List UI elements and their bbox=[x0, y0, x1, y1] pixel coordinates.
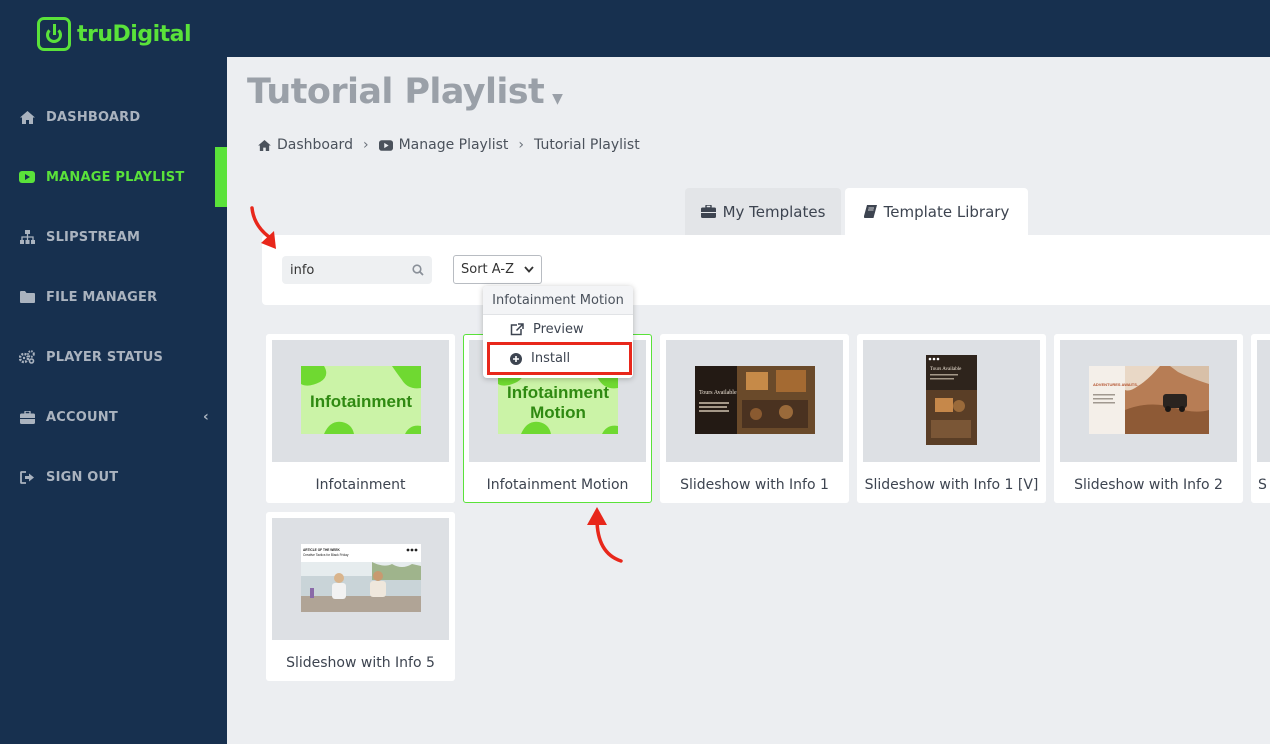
thumb-text: Motion bbox=[530, 403, 586, 422]
sidebar-item-slipstream[interactable]: SLIPSTREAM bbox=[0, 207, 227, 267]
template-card-label: Slideshow with Info 5 bbox=[286, 655, 435, 671]
sidebar-item-label: ACCOUNT bbox=[46, 409, 118, 425]
preview-button[interactable]: Preview bbox=[483, 315, 633, 344]
sidebar-item-label: SIGN OUT bbox=[46, 469, 119, 485]
sidebar-item-label: PLAYER STATUS bbox=[46, 349, 164, 365]
annotation-arrow-search bbox=[250, 206, 276, 249]
breadcrumb-separator: › bbox=[362, 137, 369, 153]
template-card-infotainment[interactable]: Infotainment Infotainment bbox=[266, 334, 455, 503]
chevron-down-icon bbox=[524, 266, 534, 273]
chevron-left-icon: ‹ bbox=[203, 409, 209, 425]
breadcrumb-label: Dashboard bbox=[277, 137, 353, 153]
tab-template-library[interactable]: Template Library bbox=[845, 188, 1028, 235]
page-title[interactable]: Tutorial Playlist ▼ bbox=[247, 72, 563, 112]
sidebar-item-account[interactable]: ACCOUNT ‹ bbox=[0, 387, 227, 447]
thumb-text: Creative Tactics for Black Friday bbox=[303, 553, 349, 557]
template-thumbnail: ARTICLE OF THE WEEK Creative Tactics for… bbox=[272, 518, 449, 640]
sidebar-item-sign-out[interactable]: SIGN OUT bbox=[0, 447, 227, 507]
breadcrumb-label: Manage Playlist bbox=[398, 137, 509, 153]
template-card-slideshow-info-5[interactable]: ARTICLE OF THE WEEK Creative Tactics for… bbox=[266, 512, 455, 681]
main-content: Tutorial Playlist ▼ Dashboard › Manage P… bbox=[227, 57, 1270, 744]
template-card-label: Slideshow with Info 1 [V] bbox=[864, 477, 1039, 493]
breadcrumb-separator: › bbox=[518, 137, 525, 153]
briefcase-icon bbox=[19, 410, 35, 424]
tab-label: Template Library bbox=[883, 202, 1010, 221]
sidebar-item-label: FILE MANAGER bbox=[46, 289, 158, 305]
sidebar-item-label: MANAGE PLAYLIST bbox=[46, 169, 185, 185]
install-button[interactable]: Install bbox=[487, 342, 632, 375]
sidebar: DASHBOARD MANAGE PLAYLIST SLIPSTREAM FIL… bbox=[0, 57, 227, 744]
sort-select[interactable]: Sort A-Z bbox=[453, 255, 542, 284]
preview-label: Preview bbox=[533, 322, 584, 337]
logo-text: truDigital bbox=[77, 21, 192, 47]
sort-select-value: Sort A-Z bbox=[461, 262, 514, 277]
template-action-popover: Infotainment Motion Preview Install bbox=[483, 286, 633, 378]
gears-icon bbox=[19, 350, 35, 364]
tab-label: My Templates bbox=[722, 202, 826, 221]
search-icon bbox=[412, 264, 424, 276]
template-card-label: S bbox=[1258, 477, 1267, 493]
template-card-slideshow-info-1[interactable]: Tours Available Slideshow with Info 1 bbox=[660, 334, 849, 503]
plus-circle-icon bbox=[510, 352, 522, 365]
template-card-label: Slideshow with Info 2 bbox=[1074, 477, 1223, 493]
thumb-text: Infotainment bbox=[507, 383, 609, 402]
breadcrumb-dashboard[interactable]: Dashboard bbox=[258, 137, 353, 153]
book-icon bbox=[863, 205, 877, 218]
sidebar-item-label: DASHBOARD bbox=[46, 109, 141, 125]
power-icon bbox=[37, 17, 71, 51]
sidebar-item-manage-playlist[interactable]: MANAGE PLAYLIST bbox=[0, 147, 227, 207]
breadcrumb-manage-playlist[interactable]: Manage Playlist bbox=[378, 137, 509, 153]
sign-out-icon bbox=[19, 470, 35, 484]
play-icon bbox=[378, 139, 393, 151]
thumb-text: Tours Available bbox=[699, 390, 737, 396]
play-icon bbox=[19, 170, 35, 184]
breadcrumb-label: Tutorial Playlist bbox=[534, 137, 640, 153]
home-icon bbox=[19, 110, 35, 124]
filter-panel: info Sort A-Z bbox=[262, 235, 1270, 305]
template-card-label: Slideshow with Info 1 bbox=[680, 477, 829, 493]
top-bar: truDigital bbox=[0, 0, 1270, 57]
template-card-partial[interactable]: S bbox=[1251, 334, 1270, 503]
install-label: Install bbox=[531, 351, 571, 366]
sidebar-item-dashboard[interactable]: DASHBOARD bbox=[0, 87, 227, 147]
external-link-icon bbox=[510, 323, 524, 336]
thumb-text: ADVENTURES AWAITS. bbox=[1093, 382, 1138, 387]
template-thumbnail: Tours Available bbox=[666, 340, 843, 462]
sidebar-item-label: SLIPSTREAM bbox=[46, 229, 141, 245]
search-input-value: info bbox=[290, 262, 315, 278]
breadcrumb: Dashboard › Manage Playlist › Tutorial P… bbox=[258, 137, 640, 153]
template-card-label: Infotainment Motion bbox=[486, 477, 629, 493]
briefcase-icon bbox=[700, 205, 716, 218]
folder-icon bbox=[19, 290, 35, 304]
annotation-arrow-card bbox=[587, 507, 623, 563]
template-card-slideshow-info-2[interactable]: ADVENTURES AWAITS. Slideshow with Info 2 bbox=[1054, 334, 1243, 503]
thumb-text: ARTICLE OF THE WEEK bbox=[303, 548, 341, 552]
home-icon bbox=[258, 139, 271, 151]
caret-down-icon: ▼ bbox=[552, 91, 563, 107]
sidebar-item-player-status[interactable]: PLAYER STATUS bbox=[0, 327, 227, 387]
breadcrumb-tutorial-playlist: Tutorial Playlist bbox=[534, 137, 640, 153]
thumb-text: Infotainment bbox=[310, 392, 412, 411]
sidebar-item-file-manager[interactable]: FILE MANAGER bbox=[0, 267, 227, 327]
search-input[interactable]: info bbox=[282, 256, 432, 284]
tab-my-templates[interactable]: My Templates bbox=[685, 188, 841, 235]
template-thumbnail: ADVENTURES AWAITS. bbox=[1060, 340, 1237, 462]
sitemap-icon bbox=[19, 230, 35, 244]
template-card-slideshow-info-1-v[interactable]: Tours Available Slideshow with Info 1 [V… bbox=[857, 334, 1046, 503]
thumb-text: Tours Available bbox=[930, 367, 962, 372]
template-thumbnail bbox=[1257, 340, 1270, 462]
template-thumbnail: Tours Available bbox=[863, 340, 1040, 462]
popover-title: Infotainment Motion bbox=[483, 286, 633, 315]
trudigital-logo[interactable]: truDigital bbox=[37, 17, 192, 51]
template-thumbnail: Infotainment bbox=[272, 340, 449, 462]
page-title-text: Tutorial Playlist bbox=[247, 72, 545, 112]
template-card-label: Infotainment bbox=[315, 477, 406, 493]
